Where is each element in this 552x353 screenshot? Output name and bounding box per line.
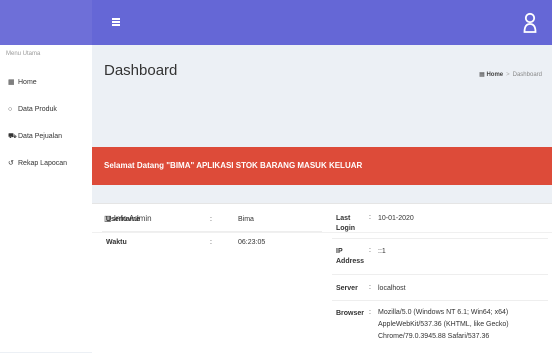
server-label: Server (336, 285, 358, 292)
dashboard-icon: ▦ (8, 79, 15, 86)
last-login-label: Last Login (336, 215, 356, 232)
waktu-value: 06:23:05 (238, 239, 266, 246)
colon: : (369, 284, 371, 291)
row-divider (102, 231, 322, 232)
sidebar-item-rekap-lapocan[interactable]: ↺ Rekap Lapocan (8, 156, 67, 172)
username-label: Username (106, 216, 140, 223)
colon: : (210, 216, 212, 223)
navbar (92, 0, 552, 45)
history-icon: ↺ (8, 160, 14, 167)
sidebar-item-label: Home (18, 79, 37, 86)
sidebar-item-data-pejualan[interactable]: ⛟Data Pejualan (8, 129, 62, 145)
ip-address-label: IP Address (336, 248, 365, 265)
colon: : (369, 214, 371, 221)
colon: : (369, 309, 371, 316)
sidebar-item-home[interactable]: ▦ Home (8, 75, 37, 91)
brand-logo-area[interactable] (0, 0, 92, 45)
sidebar-item-data-produk[interactable]: ○ Data Produk (8, 102, 57, 118)
sidebar-header: Menu Utama (6, 51, 41, 57)
sidebar-item-label: Data Produk (18, 106, 57, 113)
breadcrumb: ▦ Home > Dashboard (479, 71, 542, 78)
hamburger-icon[interactable] (112, 18, 120, 26)
colon: : (369, 247, 371, 254)
browser-label: Browser (336, 310, 365, 317)
sidebar-item-label: Rekap Lapocan (18, 160, 68, 167)
row-divider (332, 300, 548, 301)
waktu-label: Waktu (106, 239, 127, 246)
username-value: Bima (238, 216, 254, 223)
content-header: Dashboard ▦ Home > Dashboard (92, 45, 552, 100)
browser-value: Mozilla/5.0 (Windows NT 6.1; Win64; x64)… (378, 309, 509, 340)
sidebar-item-label: Data Pejualan (18, 133, 62, 140)
page-title: Dashboard (104, 62, 178, 79)
breadcrumb-separator: > (506, 72, 510, 78)
circle-icon: ○ (8, 106, 13, 113)
row-divider (332, 238, 548, 239)
welcome-alert: Selamat Datang "BIMA" APLIKASI STOK BARA… (92, 147, 552, 185)
dashboard-icon: ▦ (479, 72, 485, 78)
row-divider (332, 274, 548, 275)
cart-icon: ⛟ (8, 133, 17, 140)
welcome-alert-text: Selamat Datang "BIMA" APLIKASI STOK BARA… (104, 161, 363, 170)
breadcrumb-current: Dashboard (512, 72, 542, 78)
colon: : (210, 239, 212, 246)
info-admin-box: ▥ Info Admin Username : Bima Waktu : 06:… (92, 203, 552, 353)
ip-address-value: ::1 (378, 248, 386, 255)
user-icon[interactable] (523, 12, 537, 34)
breadcrumb-home-link[interactable]: Home (486, 72, 503, 78)
server-value: localhost (378, 285, 406, 292)
sidebar: Menu Utama ▦ Home ○ Data Produk ⛟Data Peju… (0, 45, 92, 352)
last-login-value: 10-01-2020 (378, 215, 414, 222)
top-bar (0, 0, 552, 45)
